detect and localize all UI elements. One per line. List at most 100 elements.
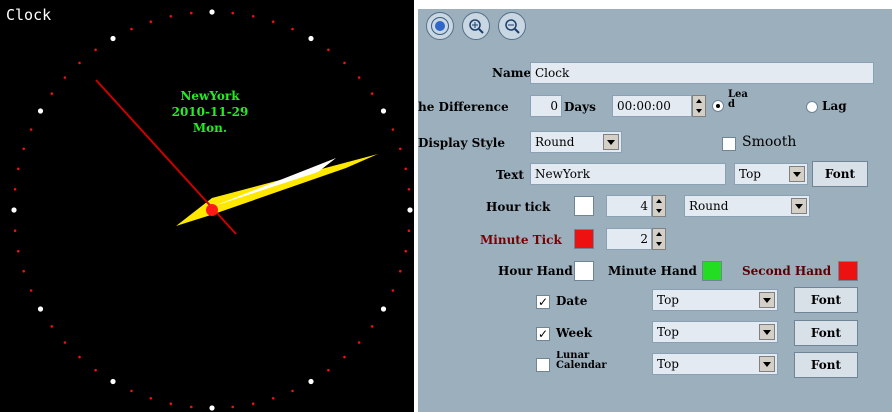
minute-tick-mark [357, 341, 361, 344]
days-input[interactable]: 0 [530, 95, 562, 117]
minute-tick-mark [29, 128, 33, 131]
text-input[interactable]: NewYork [530, 163, 726, 185]
minute-hand-color-swatch[interactable] [702, 261, 722, 281]
week-position-select[interactable]: Top [652, 321, 778, 343]
lead-label: Lea d [728, 89, 748, 110]
name-label: Name [492, 66, 532, 80]
hour-tick-mark [37, 108, 44, 114]
clock-weekday-text: Mon. [193, 121, 227, 135]
lunar-font-button[interactable]: Font [794, 352, 858, 378]
minute-tick-spinner[interactable] [652, 228, 666, 250]
minute-tick-mark [399, 147, 402, 151]
minute-tick-mark [17, 249, 20, 253]
minute-tick-mark [399, 269, 402, 273]
hour-tick-mark [110, 378, 116, 385]
time-offset-input[interactable]: 00:00:00 [612, 95, 692, 117]
minute-tick-mark [17, 167, 20, 171]
display-style-select[interactable]: Round [530, 131, 622, 153]
minute-tick-mark [370, 92, 374, 95]
display-style-label: Display Style [418, 136, 505, 150]
minute-tick-mark [404, 249, 408, 253]
time-offset-spinner[interactable] [692, 95, 706, 117]
chevron-down-icon [759, 324, 775, 340]
hour-tick-mark [209, 9, 215, 15]
second-hand-label: Second Hand [742, 264, 832, 278]
hour-hand [214, 158, 336, 206]
lag-radio[interactable] [806, 101, 818, 113]
hour-tick-mark [37, 306, 44, 312]
minute-tick-mark [50, 325, 54, 328]
minute-tick-mark [13, 229, 17, 232]
minute-tick-mark [343, 355, 346, 359]
minute-tick-mark [291, 27, 294, 31]
hour-tick-color-swatch[interactable] [574, 196, 594, 216]
chevron-down-icon [791, 198, 807, 214]
text-font-button[interactable]: Font [812, 161, 868, 187]
lunar-calendar-label: Lunar Calendar [556, 351, 607, 371]
minute-tick-mark [50, 92, 54, 95]
display-style-value: Round [535, 135, 575, 149]
text-position-select[interactable]: Top [734, 163, 808, 185]
minute-tick-mark [271, 20, 275, 24]
second-hand-color-swatch[interactable] [838, 261, 858, 281]
record-button[interactable] [426, 12, 454, 40]
week-position-value: Top [657, 325, 679, 339]
minute-tick-mark [22, 269, 26, 273]
smooth-checkbox[interactable] [722, 137, 736, 151]
minute-tick-mark [357, 76, 361, 79]
zoom-out-button[interactable] [498, 12, 526, 40]
minute-tick-count-input[interactable]: 2 [606, 228, 652, 250]
minute-tick-mark [251, 14, 255, 18]
clock-preview: NewYork 2010-11-29 Mon. Clock [0, 0, 414, 412]
minute-tick-mark [29, 289, 33, 292]
chevron-down-icon [603, 134, 619, 150]
minute-tick-mark [327, 368, 330, 372]
smooth-label: Smooth [742, 134, 797, 150]
record-icon [431, 17, 449, 35]
hour-tick-mark [11, 207, 17, 213]
hour-hand-color-swatch[interactable] [574, 261, 594, 281]
minute-tick-mark [231, 11, 234, 15]
hour-tick-label: Hour tick [486, 200, 551, 214]
lead-radio[interactable] [712, 100, 724, 112]
minute-tick-mark [391, 289, 395, 292]
hour-tick-mark [380, 108, 387, 114]
week-label: Week [556, 326, 593, 340]
minute-tick-mark [404, 167, 408, 171]
minute-tick-mark [22, 147, 26, 151]
hour-hand-label: Hour Hand [498, 264, 573, 278]
date-checkbox[interactable]: ✓ [536, 295, 550, 309]
hour-tick-mark [209, 405, 215, 411]
clock-center-dot [206, 204, 218, 216]
chevron-down-icon [759, 356, 775, 372]
minute-tick-mark [63, 76, 67, 79]
minute-tick-color-swatch[interactable] [574, 229, 594, 249]
date-position-value: Top [657, 293, 679, 307]
minute-tick-mark [327, 48, 330, 52]
days-label: Days [564, 100, 596, 114]
hour-tick-mark [308, 378, 314, 385]
lag-label: Lag [822, 99, 847, 113]
week-checkbox[interactable]: ✓ [536, 327, 550, 341]
clock-title: Clock [6, 6, 52, 24]
week-font-button[interactable]: Font [794, 320, 858, 346]
hour-tick-spinner[interactable] [652, 195, 666, 217]
clock-face: NewYork 2010-11-29 Mon. [11, 9, 413, 411]
minute-tick-mark [190, 11, 193, 15]
name-input[interactable]: Clock [530, 62, 874, 84]
hour-tick-shape-select[interactable]: Round [684, 195, 810, 217]
zoom-in-button[interactable] [462, 12, 490, 40]
minute-tick-mark [78, 355, 81, 359]
lunar-position-select[interactable]: Top [652, 353, 778, 375]
minute-tick-mark [391, 128, 395, 131]
date-font-button[interactable]: Font [794, 287, 858, 313]
minute-tick-mark [251, 402, 255, 406]
hour-tick-count-input[interactable]: 4 [606, 195, 652, 217]
time-difference-label: he Difference [418, 100, 509, 114]
minute-tick-mark [271, 397, 275, 400]
hour-tick-mark [110, 35, 116, 42]
lunar-calendar-checkbox[interactable] [536, 358, 550, 372]
hour-tick-mark [407, 207, 413, 213]
hour-tick-mark [380, 306, 387, 312]
date-position-select[interactable]: Top [652, 289, 778, 311]
